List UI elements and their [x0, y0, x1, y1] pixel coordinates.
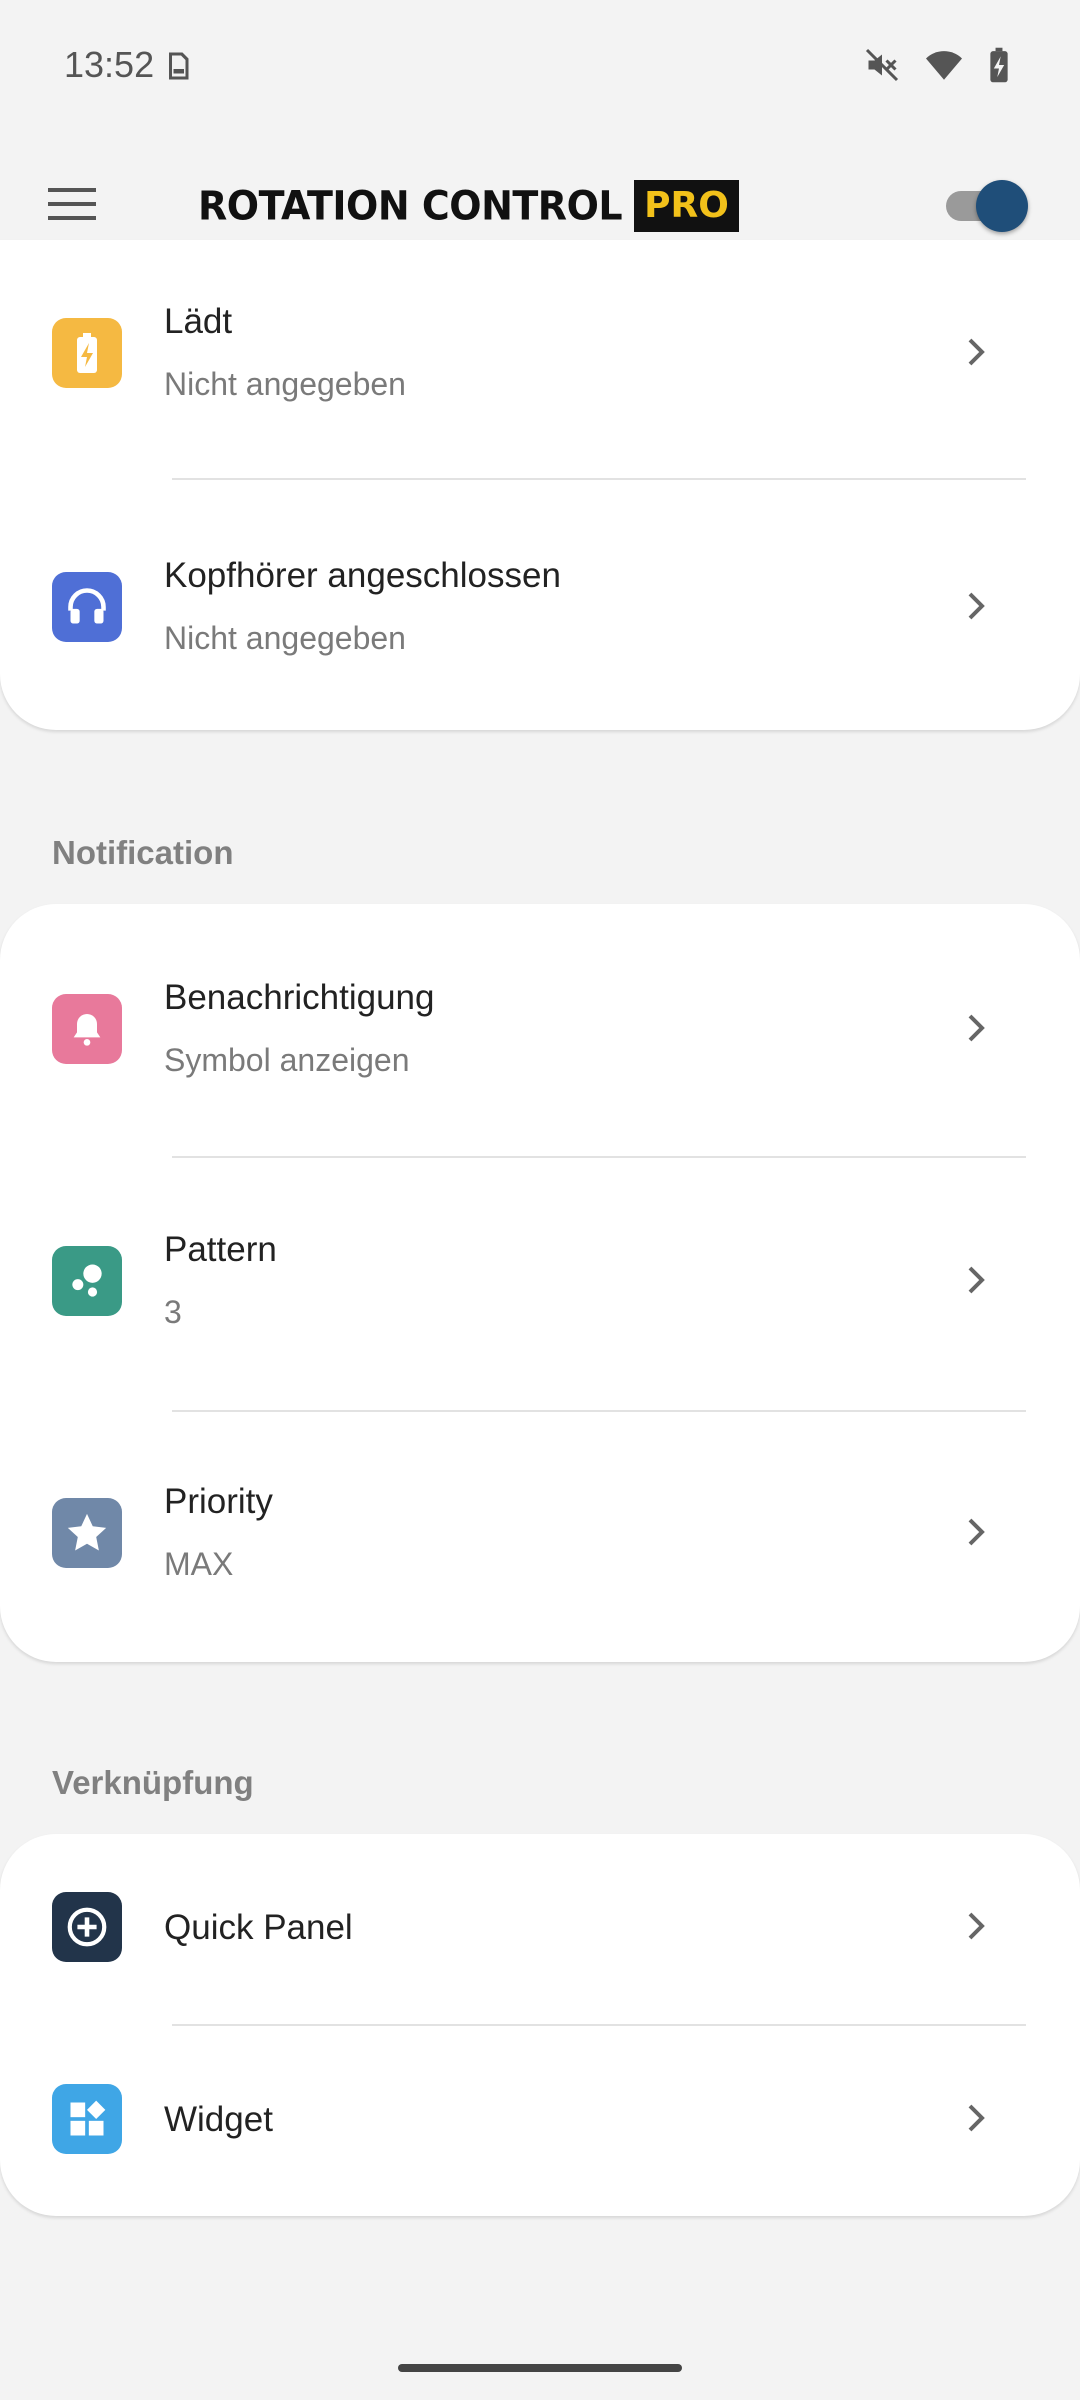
chevron-right-icon	[962, 588, 990, 624]
item-title: Lädt	[164, 302, 233, 341]
star-icon	[52, 1498, 122, 1568]
battery-charging-icon	[52, 318, 122, 388]
wifi-icon	[924, 47, 964, 88]
item-title: Widget	[164, 2100, 273, 2139]
logo-pro-badge: PRO	[634, 180, 739, 232]
list-item-priority[interactable]: Priority MAX	[0, 1412, 1080, 1662]
menu-icon[interactable]	[44, 182, 100, 226]
item-title: Priority	[164, 1482, 273, 1521]
item-subtitle: Nicht angegeben	[164, 366, 406, 402]
battery-charging-icon	[988, 46, 1010, 89]
item-subtitle: MAX	[164, 1546, 234, 1582]
shortcut-card: Quick Panel Widget	[0, 1834, 1080, 2216]
item-title: Kopfhörer angeschlossen	[164, 556, 561, 595]
chevron-right-icon	[962, 2100, 990, 2136]
status-bar: 13:52	[0, 0, 1080, 130]
logo-text: ROTATION CONTROL	[198, 182, 623, 230]
item-title: Pattern	[164, 1230, 277, 1269]
list-item-pattern[interactable]: Pattern 3	[0, 1158, 1080, 1410]
home-indicator[interactable]	[398, 2364, 682, 2372]
master-toggle[interactable]	[946, 180, 1028, 232]
mute-icon	[864, 47, 900, 88]
item-title: Benachrichtigung	[164, 978, 435, 1017]
app-logo: ROTATION CONTROL PRO	[198, 180, 739, 232]
conditions-card: Lädt Nicht angegeben Kopfhörer angeschlo…	[0, 240, 1080, 730]
notification-card: Benachrichtigung Symbol anzeigen Pattern…	[0, 904, 1080, 1662]
chevron-right-icon	[962, 1514, 990, 1550]
list-item-widget[interactable]: Widget	[0, 2026, 1080, 2216]
section-header-shortcut: Verknüpfung	[52, 1764, 254, 1801]
add-circle-icon	[52, 1892, 122, 1962]
section-header-notification: Notification	[52, 834, 234, 871]
status-time: 13:52	[64, 44, 155, 85]
sd-card-icon	[160, 48, 196, 89]
pattern-icon	[52, 1246, 122, 1316]
list-item-headphones[interactable]: Kopfhörer angeschlossen Nicht angegeben	[0, 480, 1080, 730]
chevron-right-icon	[962, 334, 990, 370]
chevron-right-icon	[962, 1010, 990, 1046]
list-item-quick-panel[interactable]: Quick Panel	[0, 1834, 1080, 2022]
list-item-charging[interactable]: Lädt Nicht angegeben	[0, 240, 1080, 476]
bell-icon	[52, 994, 122, 1064]
status-icons	[864, 46, 1010, 89]
list-item-notification[interactable]: Benachrichtigung Symbol anzeigen	[0, 904, 1080, 1156]
item-title: Quick Panel	[164, 1908, 353, 1947]
item-subtitle: 3	[164, 1294, 182, 1330]
headphones-icon	[52, 572, 122, 642]
item-subtitle: Nicht angegeben	[164, 620, 406, 656]
widgets-icon	[52, 2084, 122, 2154]
item-subtitle: Symbol anzeigen	[164, 1042, 410, 1078]
chevron-right-icon	[962, 1908, 990, 1944]
chevron-right-icon	[962, 1262, 990, 1298]
toggle-thumb	[976, 180, 1028, 232]
